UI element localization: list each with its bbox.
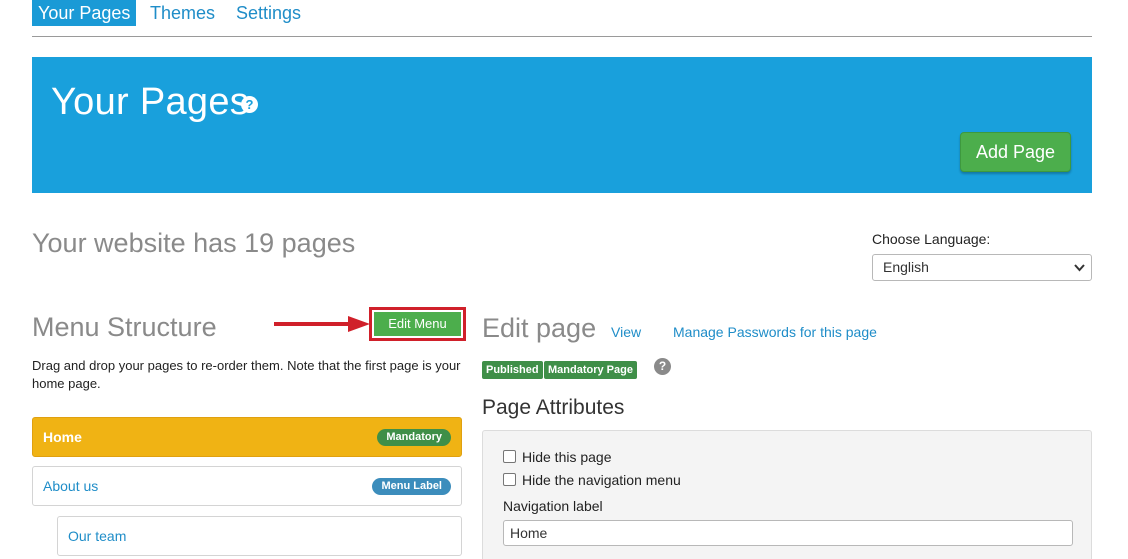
chevron-down-icon [1074,255,1085,290]
menu-structure-heading: Menu Structure [32,312,217,342]
hide-page-label: Hide this page [522,449,612,465]
menu-label-badge: Menu Label [372,478,451,495]
help-icon[interactable]: ? [654,358,671,375]
mandatory-badge: Mandatory [377,429,451,446]
menu-item-label: Our team [68,528,127,544]
manage-passwords-link[interactable]: Manage Passwords for this page [673,324,877,340]
page-title: Your Pages [51,81,250,123]
hide-page-checkbox[interactable] [503,450,516,463]
published-badge: Published [482,361,543,379]
edit-menu-button[interactable]: Edit Menu [374,312,461,336]
language-select[interactable]: English [872,254,1092,281]
help-icon[interactable]: ? [241,96,258,113]
tab-settings[interactable]: Settings [230,0,307,26]
navigation-label-input[interactable]: Home [503,520,1073,546]
add-page-button[interactable]: Add Page [960,132,1071,172]
tab-your-pages[interactable]: Your Pages [32,0,137,26]
menu-item-about-us[interactable]: About us Menu Label [32,466,462,506]
view-link[interactable]: View [611,324,641,340]
tab-themes[interactable]: Themes [144,0,221,26]
hide-nav-checkbox[interactable] [503,473,516,486]
mandatory-page-badge: Mandatory Page [544,361,637,379]
menu-item-our-team[interactable]: Our team [57,516,462,556]
menu-item-label: Home [43,429,82,445]
language-selected-value: English [883,259,929,275]
arrow-annotation-icon [274,316,370,332]
menu-description: Drag and drop your pages to re-order the… [32,358,461,391]
hero-banner: Your Pages ? Add Page [32,57,1092,193]
page-attributes-heading: Page Attributes [482,396,625,419]
menu-item-home[interactable]: Home Mandatory [32,417,462,457]
menu-item-label: About us [43,478,99,494]
top-navigation: Your Pages Themes Settings [32,0,1092,37]
page-attributes-panel: Hide this page Hide the navigation menu … [482,430,1092,559]
navigation-label-caption: Navigation label [503,498,603,514]
page-count-text: Your website has 19 pages [32,228,356,258]
hide-nav-label: Hide the navigation menu [522,472,681,488]
edit-page-heading: Edit page [482,313,597,343]
language-label: Choose Language: [872,231,991,247]
edit-menu-highlight: Edit Menu [369,307,466,341]
